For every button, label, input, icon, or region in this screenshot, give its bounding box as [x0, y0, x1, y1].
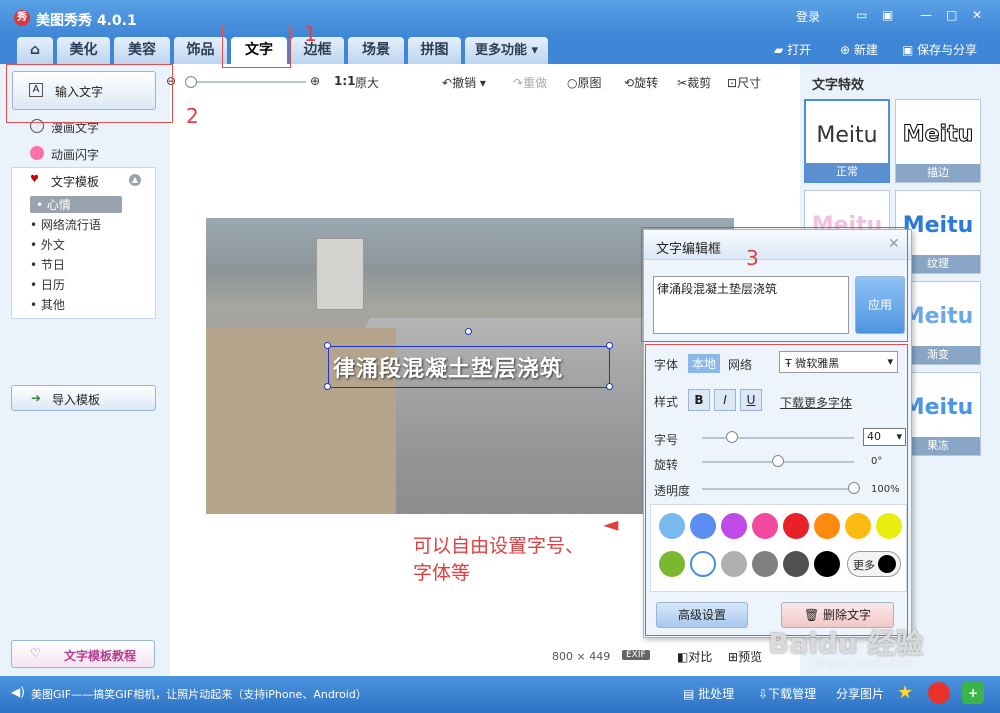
speaker-icon: ◀)	[11, 685, 25, 699]
original-image-button[interactable]: ○原图	[567, 74, 602, 91]
rotate-button[interactable]: ⟲旋转	[624, 74, 658, 91]
resize-handle-bl[interactable]	[324, 383, 331, 390]
import-template-button[interactable]: ➜ 导入模板	[11, 385, 156, 411]
preview-button[interactable]: ⊞预览	[728, 648, 762, 665]
import-icon: ➜	[31, 391, 41, 405]
collapse-icon[interactable]: ▲	[129, 174, 141, 186]
login-link[interactable]: 登录	[796, 8, 820, 25]
template-love-icon: ♥	[30, 174, 39, 185]
plus-icon: ⊕	[840, 43, 850, 57]
home-tab[interactable]: ⌂	[17, 37, 53, 64]
undo-button[interactable]: ↶撤销 ▾	[442, 74, 486, 91]
redo-icon: ↷	[513, 76, 523, 90]
rotate-icon: ⟲	[624, 76, 634, 90]
compare-button[interactable]: ◧对比	[677, 648, 712, 665]
folder-icon: ▰	[774, 43, 783, 57]
resize-handle-br[interactable]	[606, 383, 613, 390]
open-button[interactable]: ▰ 打开	[774, 41, 811, 58]
template-foreign[interactable]: • 外文	[30, 236, 65, 253]
tutorial-hand-icon: ♡	[30, 646, 41, 660]
skin-icon[interactable]: ▣	[882, 8, 893, 22]
scissors-icon: ✂	[677, 76, 687, 90]
batch-icon: ▤	[683, 687, 694, 701]
flash-text-link[interactable]: 动画闪字	[51, 146, 99, 163]
tab-makeup[interactable]: 美容	[114, 37, 170, 64]
minimize-button[interactable]: —	[920, 8, 932, 22]
effect-normal[interactable]: Meitu 正常	[804, 99, 890, 183]
annotation-number-3: 3	[746, 246, 759, 270]
effect-stroke[interactable]: Meitu 描边	[895, 99, 981, 183]
download-manager-button[interactable]: ⇩下载管理	[758, 685, 816, 702]
tab-beautify[interactable]: 美化	[57, 37, 110, 64]
weibo-icon[interactable]	[928, 682, 950, 704]
redo-button[interactable]: ↷重做	[513, 74, 547, 91]
resize-icon: ⊡	[727, 76, 737, 90]
size-button[interactable]: ⊡尺寸	[727, 74, 761, 91]
circle-icon: ○	[567, 76, 577, 90]
template-other[interactable]: • 其他	[30, 296, 65, 313]
template-tutorial-button[interactable]: ♡ 文字模板教程	[11, 640, 155, 668]
close-button[interactable]: ✕	[972, 8, 982, 22]
status-bar: ◀) 美图GIF——搞笑GIF相机，让照片动起来（支持iPhone、Androi…	[0, 676, 1000, 713]
annotation-number-2: 2	[186, 104, 199, 128]
annotation-number-1: 1	[304, 22, 317, 46]
heart-icon	[30, 146, 44, 160]
star-icon[interactable]: ★	[897, 682, 913, 703]
tab-accessories[interactable]: 饰品	[174, 37, 227, 64]
save-icon: ▣	[902, 43, 913, 57]
rotate-handle[interactable]	[465, 328, 472, 335]
template-panel: ♥ 文字模板 ▲ • 心情 • 网络流行语 • 外文 • 节日 • 日历 • 其…	[11, 167, 156, 319]
effects-title: 文字特效	[812, 74, 864, 93]
share-image-button[interactable]: 分享图片	[836, 685, 884, 702]
template-internet-slang[interactable]: • 网络流行语	[30, 216, 101, 233]
home-icon: ⌂	[30, 42, 40, 58]
app-logo: 秀	[14, 10, 30, 26]
crop-button[interactable]: ✂裁剪	[677, 74, 711, 91]
maximize-button[interactable]: □	[946, 8, 957, 22]
tab-more[interactable]: 更多功能 ▾	[465, 37, 548, 64]
app-title: 美图秀秀 4.0.1	[36, 10, 137, 30]
annotation-box-2	[6, 64, 173, 123]
zoom-in-icon[interactable]: ⊕	[310, 74, 320, 88]
zoom-ratio[interactable]: 1:1	[334, 74, 356, 88]
template-title[interactable]: 文字模板	[51, 173, 99, 190]
original-size-button[interactable]: 原大	[355, 74, 379, 91]
resize-handle-tr[interactable]	[606, 342, 613, 349]
annotation-arrow-icon: ◄	[603, 512, 618, 536]
title-bar: 秀 美图秀秀 4.0.1 登录 ▭ ▣ — □ ✕	[0, 0, 1000, 36]
zoom-slider-knob[interactable]	[185, 76, 197, 88]
annotation-box-1	[222, 25, 291, 68]
overlay-text[interactable]: 律涌段混凝土垫层浇筑	[333, 351, 563, 383]
template-calendar[interactable]: • 日历	[30, 276, 65, 293]
utility-box	[316, 238, 364, 310]
tab-scene[interactable]: 场景	[348, 37, 404, 64]
new-button[interactable]: ⊕ 新建	[840, 41, 878, 58]
add-icon[interactable]: +	[962, 682, 984, 704]
text-overlay-frame[interactable]: 律涌段混凝土垫层浇筑	[328, 346, 610, 388]
tab-collage[interactable]: 拼图	[408, 37, 461, 64]
tab-frame[interactable]: 边框	[291, 37, 344, 64]
resize-handle-tl[interactable]	[324, 342, 331, 349]
feedback-icon[interactable]: ▭	[856, 8, 867, 22]
zoom-slider[interactable]	[186, 81, 306, 83]
compare-icon: ◧	[677, 650, 688, 664]
annotation-note: 可以自由设置字号、 字体等	[413, 533, 584, 587]
template-holiday[interactable]: • 节日	[30, 256, 65, 273]
annotation-box-4	[645, 344, 908, 636]
batch-button[interactable]: ▤ 批处理	[683, 685, 734, 702]
download-icon: ⇩	[758, 687, 768, 701]
template-mood[interactable]: • 心情	[30, 196, 122, 213]
image-dimensions: 800 × 449	[552, 650, 610, 663]
exif-badge[interactable]: EXIF	[622, 650, 650, 660]
undo-icon: ↶	[442, 76, 452, 90]
preview-icon: ⊞	[728, 650, 738, 664]
baidu-watermark-url: jingyan.baidu.com	[812, 656, 914, 669]
status-ticker[interactable]: 美图GIF——搞笑GIF相机，让照片动起来（支持iPhone、Android）	[31, 686, 367, 702]
annotation-box-3	[641, 227, 908, 342]
save-share-button[interactable]: ▣ 保存与分享	[902, 41, 977, 58]
